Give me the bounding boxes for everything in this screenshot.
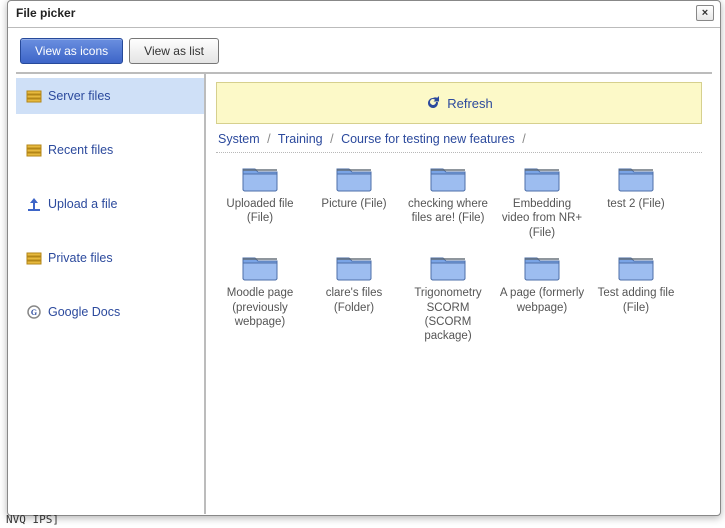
file-item[interactable]: Moodle page (previously webpage) (216, 252, 304, 344)
view-toggle: View as icons View as list (16, 36, 712, 72)
dialog-title: File picker (16, 6, 75, 20)
file-label: Trigonometry SCORM (SCORM package) (404, 286, 492, 344)
sidebar-item-label: Server files (48, 89, 111, 103)
folder-icon (241, 163, 279, 193)
file-label: A page (formerly webpage) (498, 286, 586, 315)
file-label: Uploaded file (File) (216, 197, 304, 226)
file-grid: Uploaded file (File) Picture (File) checki… (216, 153, 702, 356)
breadcrumb-link[interactable]: Course for testing new features (341, 132, 515, 146)
breadcrumb: System / Training / Course for testing n… (216, 124, 702, 153)
titlebar: File picker × (8, 1, 720, 28)
refresh-icon (425, 95, 441, 111)
server-files-icon (26, 88, 42, 104)
refresh-button[interactable]: Refresh (216, 82, 702, 124)
sidebar-item-label: Upload a file (48, 197, 118, 211)
breadcrumb-sep: / (522, 132, 525, 146)
folder-icon (335, 252, 373, 282)
file-item[interactable]: A page (formerly webpage) (498, 252, 586, 344)
file-label: checking where files are! (File) (404, 197, 492, 226)
folder-icon (429, 163, 467, 193)
file-label: Embedding video from NR+ (File) (498, 197, 586, 240)
file-item[interactable]: clare's files (Folder) (310, 252, 398, 344)
repository-sidebar: Server files Recent files Upload a file (16, 74, 206, 514)
sidebar-item-upload-file[interactable]: Upload a file (16, 186, 204, 222)
file-item[interactable]: test 2 (File) (592, 163, 680, 240)
folder-icon (617, 252, 655, 282)
upload-icon (26, 196, 42, 212)
folder-icon (335, 163, 373, 193)
file-label: Moodle page (previously webpage) (216, 286, 304, 329)
file-label: clare's files (Folder) (310, 286, 398, 315)
file-item[interactable]: Uploaded file (File) (216, 163, 304, 240)
sidebar-item-label: Google Docs (48, 305, 120, 319)
file-label: test 2 (File) (592, 197, 680, 211)
breadcrumb-sep: / (267, 132, 270, 146)
sidebar-item-label: Private files (48, 251, 113, 265)
page-background-text: NVQ IPS] (0, 511, 65, 528)
file-item[interactable]: Test adding file (File) (592, 252, 680, 344)
file-item[interactable]: Picture (File) (310, 163, 398, 240)
sidebar-item-server-files[interactable]: Server files (16, 78, 204, 114)
breadcrumb-link[interactable]: System (218, 132, 260, 146)
sidebar-item-label: Recent files (48, 143, 113, 157)
svg-text:G: G (31, 308, 37, 317)
view-as-list-button[interactable]: View as list (129, 38, 219, 64)
private-files-icon (26, 250, 42, 266)
breadcrumb-link[interactable]: Training (278, 132, 323, 146)
folder-icon (523, 163, 561, 193)
main-panel: Refresh System / Training / Course for t… (206, 74, 712, 514)
file-picker-dialog: File picker × View as icons View as list… (7, 0, 721, 516)
file-item[interactable]: Trigonometry SCORM (SCORM package) (404, 252, 492, 344)
sidebar-item-recent-files[interactable]: Recent files (16, 132, 204, 168)
recent-files-icon (26, 142, 42, 158)
refresh-label: Refresh (447, 96, 493, 111)
sidebar-item-google-docs[interactable]: G Google Docs (16, 294, 204, 330)
view-as-icons-button[interactable]: View as icons (20, 38, 123, 64)
close-button[interactable]: × (696, 5, 714, 21)
sidebar-item-private-files[interactable]: Private files (16, 240, 204, 276)
file-label: Picture (File) (310, 197, 398, 211)
file-label: Test adding file (File) (592, 286, 680, 315)
folder-icon (241, 252, 279, 282)
breadcrumb-sep: / (330, 132, 333, 146)
file-item[interactable]: checking where files are! (File) (404, 163, 492, 240)
file-item[interactable]: Embedding video from NR+ (File) (498, 163, 586, 240)
folder-icon (617, 163, 655, 193)
folder-icon (429, 252, 467, 282)
folder-icon (523, 252, 561, 282)
google-docs-icon: G (26, 304, 42, 320)
